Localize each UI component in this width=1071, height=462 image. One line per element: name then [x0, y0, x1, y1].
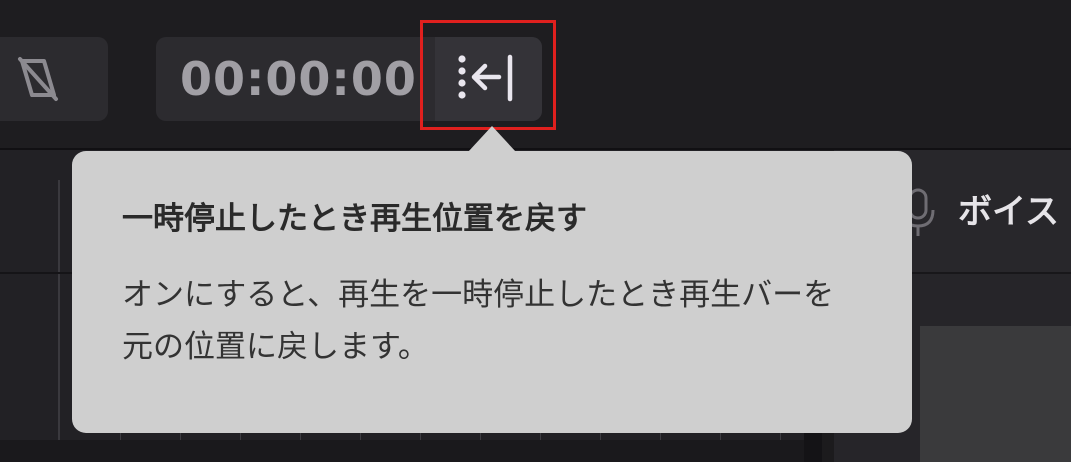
tooltip-arrow [468, 126, 516, 152]
preview-thumbnail [920, 326, 1071, 462]
timecode-display: 00:00:00 [180, 52, 417, 106]
timeline-footer [0, 440, 820, 462]
voice-tab-label: ボイス [958, 192, 1059, 232]
highlight-frame [420, 20, 556, 130]
ripple-edit-icon [18, 57, 58, 101]
timeline-ruler [120, 432, 820, 440]
tooltip-title: 一時停止したとき再生位置を戻す [122, 201, 587, 237]
track-divider [58, 180, 60, 440]
editor-window: 00:00:00 ボイス 一時停止したとき再生位置を戻す オンにすると、再生を一… [0, 0, 1071, 462]
tooltip-body: オンにすると、再生を一時停止したとき再生バーを元の位置に戻します。 [122, 277, 835, 365]
top-toolbar: 00:00:00 [0, 0, 1071, 148]
tooltip: 一時停止したとき再生位置を戻す オンにすると、再生を一時停止したとき再生バーを元… [72, 151, 912, 433]
ripple-edit-button[interactable] [0, 37, 108, 121]
